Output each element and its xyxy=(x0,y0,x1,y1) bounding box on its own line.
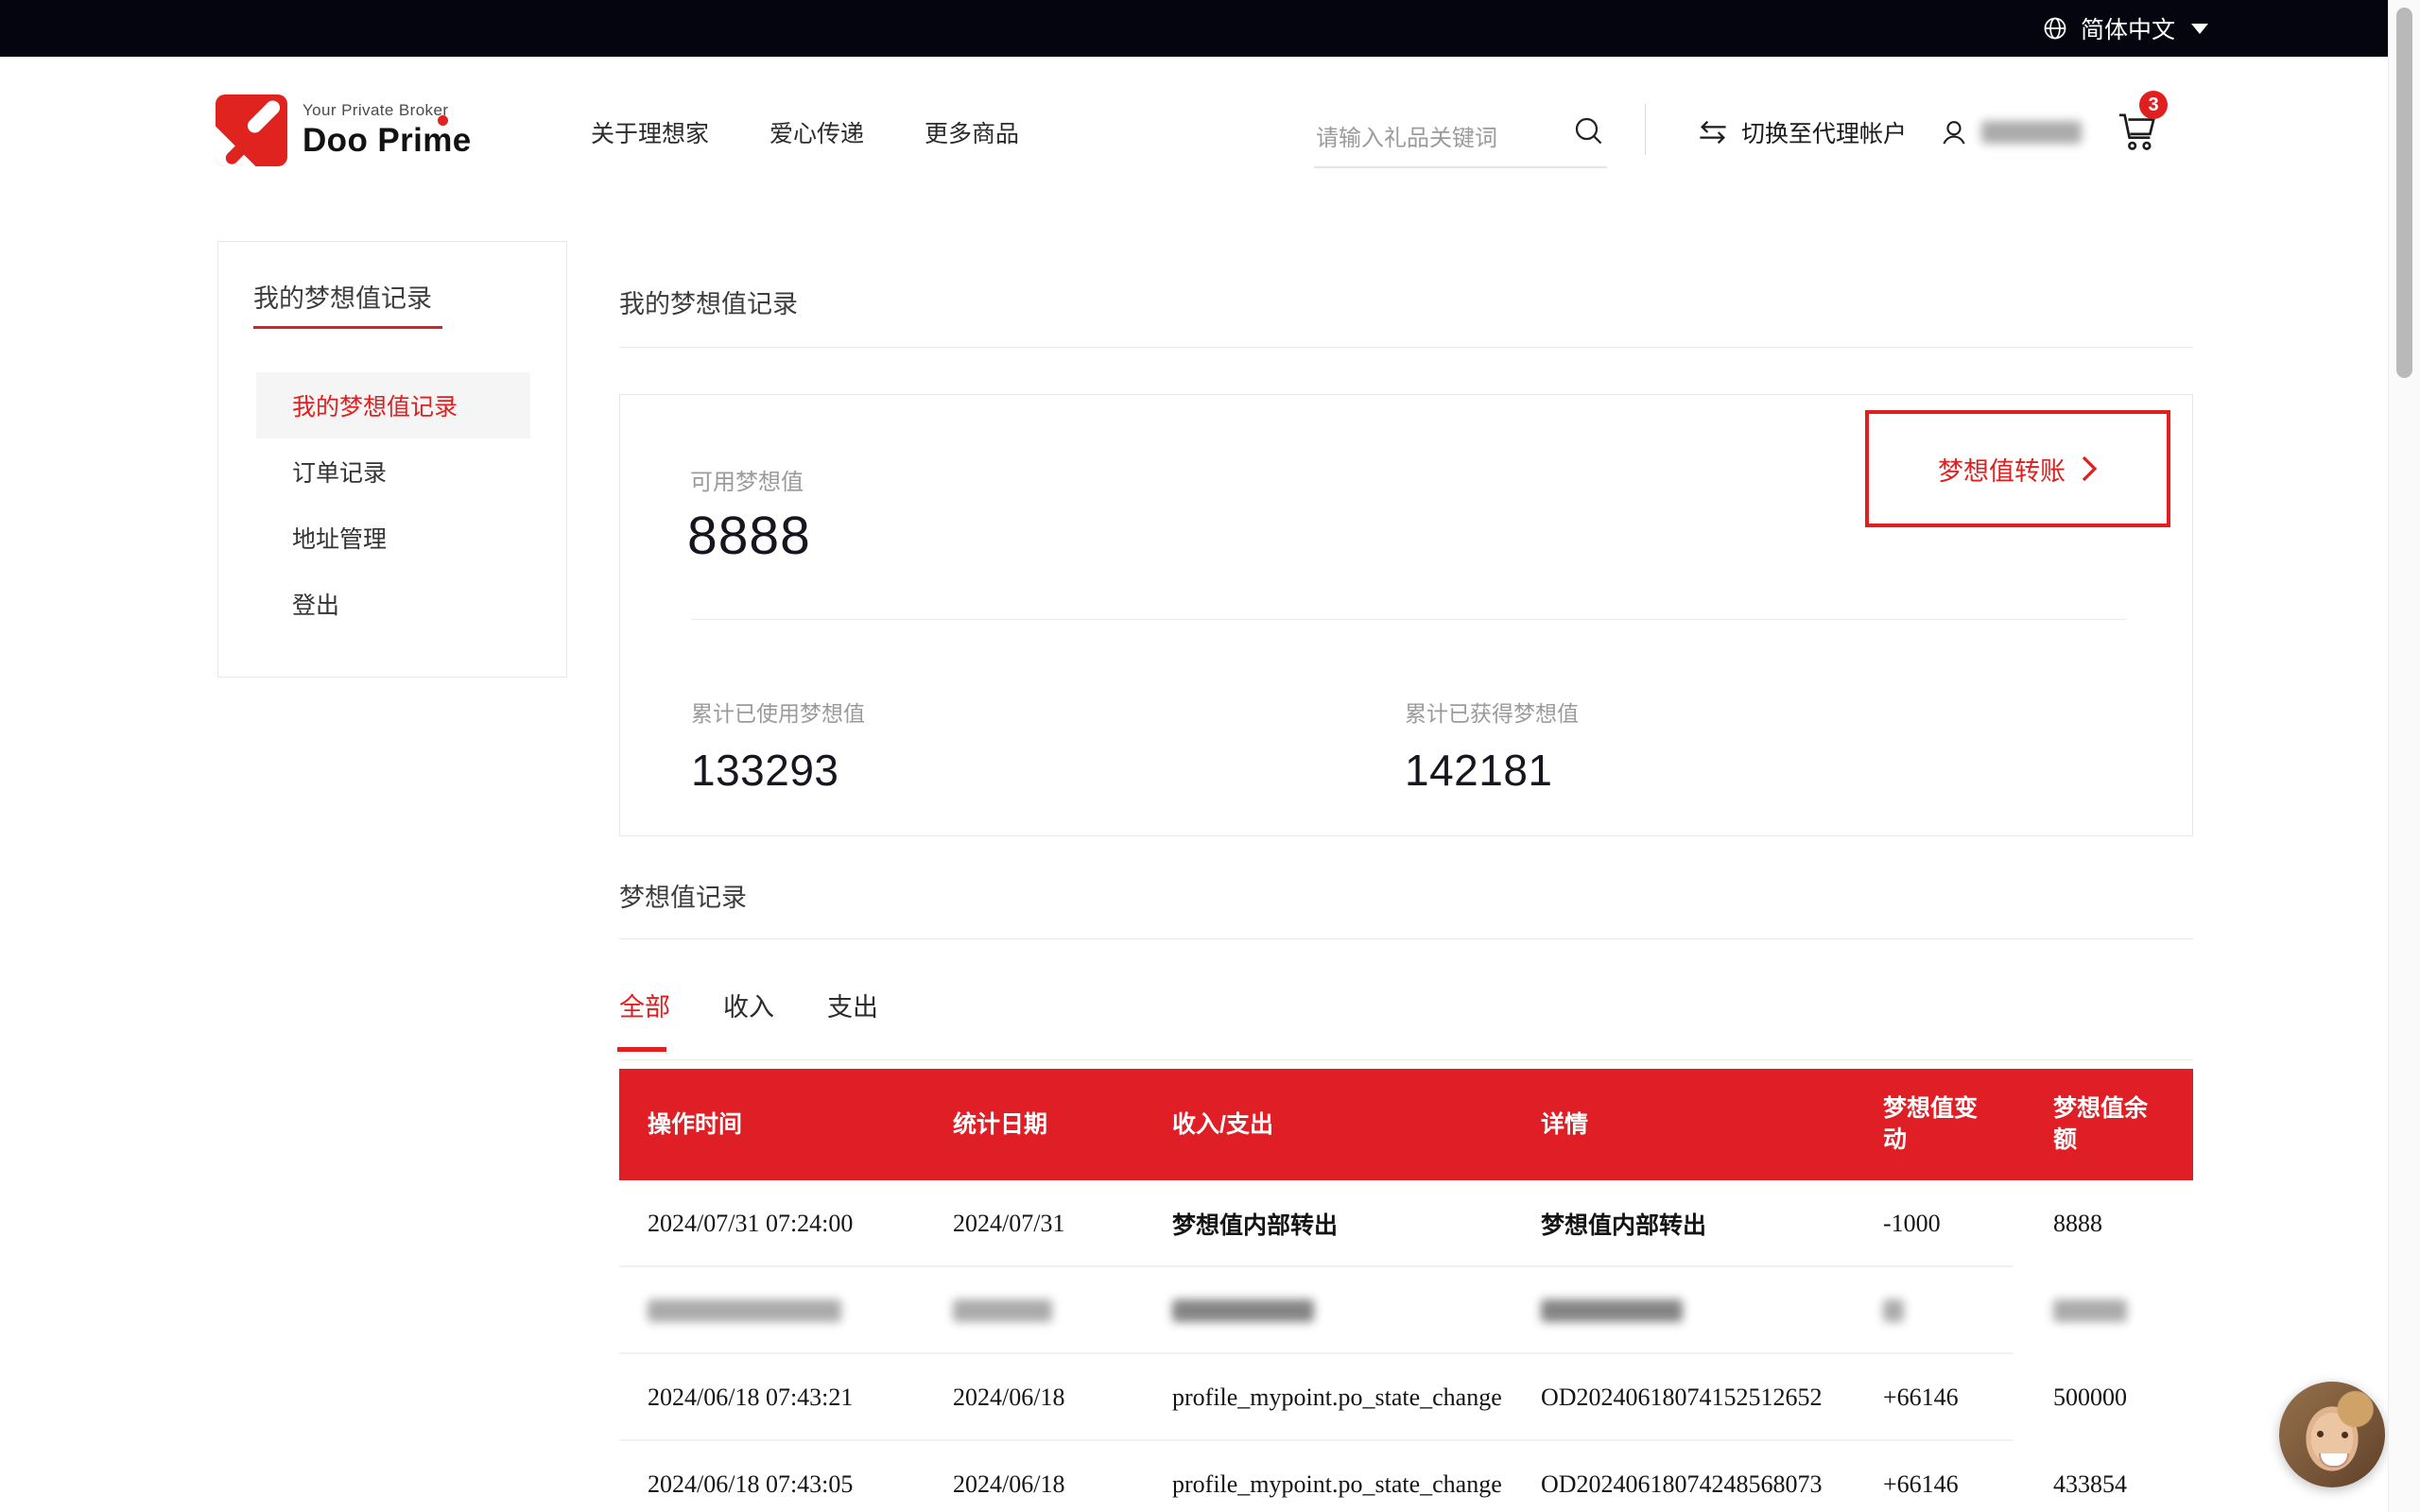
header-divider xyxy=(1645,104,1646,155)
earned-points-label: 累计已获得梦想值 xyxy=(1405,696,1579,728)
language-selector[interactable]: 简体中文 xyxy=(2042,0,2208,57)
records-tabs: 全部 收入 支出 xyxy=(619,987,878,1052)
redacted-cell xyxy=(1541,1299,1683,1322)
nav-item-about[interactable]: 关于理想家 xyxy=(591,115,709,149)
switch-account-button[interactable]: 切换至代理帐户 xyxy=(1697,57,1907,208)
cell-change: +66146 xyxy=(1883,1383,2053,1412)
table-header-row: 操作时间 统计日期 收入/支出 详情 梦想值变动 梦想值余额 xyxy=(619,1069,2193,1180)
cell-date: 2024/06/18 xyxy=(953,1470,1172,1499)
logo-icon xyxy=(216,94,287,166)
cell-detail: 梦想值内部转出 xyxy=(1541,1207,1883,1241)
table-row-redacted xyxy=(619,1267,2193,1354)
redacted-cell xyxy=(2053,1299,2127,1322)
scrollbar-track[interactable] xyxy=(2388,0,2420,1512)
chevron-right-icon xyxy=(2081,455,2098,483)
column-header-balance: 梦想值余额 xyxy=(2053,1093,2186,1156)
cell-date: 2024/07/31 xyxy=(953,1210,1172,1238)
cart-count-badge: 3 xyxy=(2139,91,2168,119)
tab-expense[interactable]: 支出 xyxy=(827,987,878,1052)
nav-item-charity[interactable]: 爱心传递 xyxy=(769,115,864,149)
earned-points-stat: 累计已获得梦想值 142181 xyxy=(1405,696,1579,796)
card-divider xyxy=(691,619,2126,620)
table-row: 2024/07/31 07:24:00 2024/07/31 梦想值内部转出 梦… xyxy=(619,1180,2193,1267)
search-input[interactable]: 请输入礼品关键词 xyxy=(1314,102,1607,168)
globe-icon xyxy=(2042,15,2068,42)
chat-widget-avatar[interactable] xyxy=(2279,1382,2385,1487)
column-header-change: 梦想值变动 xyxy=(1883,1093,2053,1156)
switch-account-label: 切换至代理帐户 xyxy=(1741,115,1907,149)
table-row: 2024/06/18 07:43:21 2024/06/18 profile_m… xyxy=(619,1354,2193,1441)
tab-income[interactable]: 收入 xyxy=(723,987,774,1052)
points-summary-card: 可用梦想值 8888 梦想值转账 累计已使用梦想值 133293 累计已获得梦想… xyxy=(619,394,2193,836)
topbar: 简体中文 xyxy=(0,0,2388,57)
cell-date: 2024/06/18 xyxy=(953,1383,1172,1412)
tabs-divider xyxy=(619,1059,2193,1060)
cell-detail: OD20240618074248568073 xyxy=(1541,1470,1883,1499)
cell-balance: 8888 xyxy=(2053,1210,2186,1238)
points-transfer-button[interactable]: 梦想值转账 xyxy=(1865,410,2170,527)
page: 简体中文 Your Private Broker Doo Prime 关于理想家… xyxy=(0,0,2420,1512)
cell-detail: OD20240618074152512652 xyxy=(1541,1383,1883,1412)
table-row: 2024/06/18 07:43:05 2024/06/18 profile_m… xyxy=(619,1441,2193,1512)
column-header-date: 统计日期 xyxy=(953,1109,1172,1141)
redacted-cell xyxy=(953,1299,1052,1322)
scrollbar-thumb[interactable] xyxy=(2396,8,2412,378)
available-points-label: 可用梦想值 xyxy=(690,463,804,496)
cell-type: profile_mypoint.po_state_change xyxy=(1172,1470,1541,1499)
sidebar-item-address-management[interactable]: 地址管理 xyxy=(256,505,530,571)
sidebar-menu: 我的梦想值记录 订单记录 地址管理 登出 xyxy=(218,372,566,637)
search-placeholder: 请输入礼品关键词 xyxy=(1316,119,1497,152)
cell-time: 2024/07/31 07:24:00 xyxy=(648,1210,953,1238)
username-redacted xyxy=(1981,121,2082,144)
cell-time: 2024/06/18 07:43:21 xyxy=(648,1383,953,1412)
records-table: 操作时间 统计日期 收入/支出 详情 梦想值变动 梦想值余额 2024/07/3… xyxy=(619,1069,2193,1512)
page-title: 我的梦想值记录 xyxy=(619,284,798,320)
column-header-time: 操作时间 xyxy=(648,1109,953,1141)
logo[interactable]: Your Private Broker Doo Prime xyxy=(216,94,472,166)
cell-change: -1000 xyxy=(1883,1210,2053,1238)
sidebar: 我的梦想值记录 我的梦想值记录 订单记录 地址管理 登出 xyxy=(217,241,567,678)
language-label: 简体中文 xyxy=(2081,11,2175,45)
cell-balance: 500000 xyxy=(2053,1383,2186,1412)
user-icon xyxy=(1938,116,1970,148)
cell-type: profile_mypoint.po_state_change xyxy=(1172,1383,1541,1412)
caret-down-icon xyxy=(2191,24,2208,34)
sidebar-title: 我的梦想值记录 xyxy=(253,278,432,315)
logo-brand-dot xyxy=(438,115,448,126)
sidebar-item-order-record[interactable]: 订单记录 xyxy=(256,438,530,505)
cell-time: 2024/06/18 07:43:05 xyxy=(648,1470,953,1499)
page-title-divider xyxy=(619,347,2193,348)
redacted-cell xyxy=(1883,1299,1904,1322)
sidebar-item-points-record[interactable]: 我的梦想值记录 xyxy=(256,372,530,438)
used-points-label: 累计已使用梦想值 xyxy=(691,696,865,728)
earned-points-value: 142181 xyxy=(1405,745,1579,796)
swap-arrows-icon xyxy=(1697,119,1729,146)
used-points-value: 133293 xyxy=(691,745,865,796)
search-icon[interactable] xyxy=(1571,113,1605,147)
cell-balance: 433854 xyxy=(2053,1470,2186,1499)
points-transfer-label: 梦想值转账 xyxy=(1938,451,2066,488)
account-menu[interactable] xyxy=(1938,57,2082,208)
nav-item-more-products[interactable]: 更多商品 xyxy=(925,115,1019,149)
cell-type: 梦想值内部转出 xyxy=(1172,1207,1541,1241)
logo-brand: Doo Prime xyxy=(302,122,472,160)
column-header-type: 收入/支出 xyxy=(1172,1109,1541,1141)
used-points-stat: 累计已使用梦想值 133293 xyxy=(691,696,865,796)
sidebar-item-logout[interactable]: 登出 xyxy=(256,571,530,637)
main-nav: 关于理想家 爱心传递 更多商品 xyxy=(591,57,1019,208)
redacted-cell xyxy=(1172,1299,1314,1322)
records-section-title: 梦想值记录 xyxy=(619,877,747,914)
sidebar-title-underline xyxy=(253,326,442,329)
cell-change: +66146 xyxy=(1883,1470,2053,1499)
tab-all[interactable]: 全部 xyxy=(619,987,670,1052)
available-points-value: 8888 xyxy=(687,505,811,567)
records-section-divider xyxy=(619,938,2193,939)
redacted-cell xyxy=(648,1299,841,1322)
column-header-detail: 详情 xyxy=(1541,1109,1883,1141)
